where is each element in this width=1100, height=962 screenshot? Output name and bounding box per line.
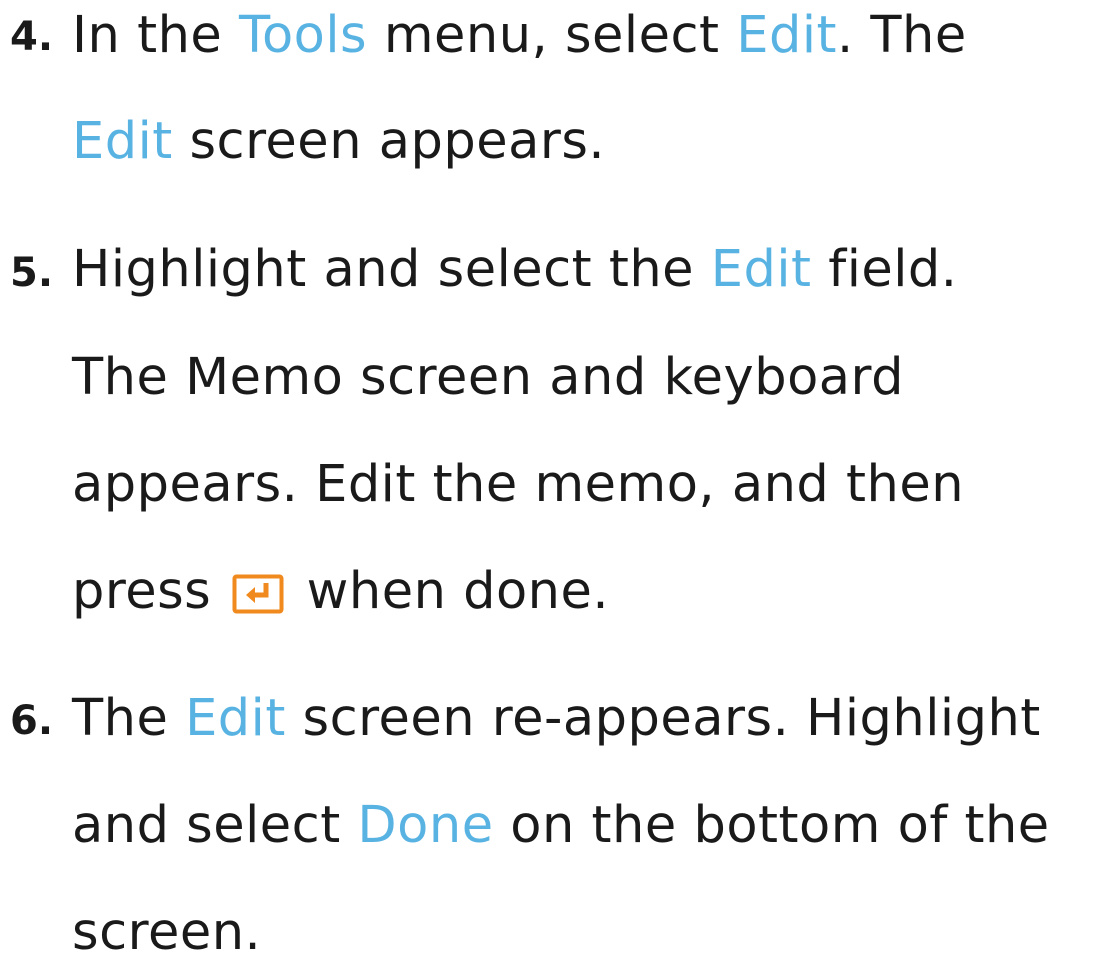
text-segment: . The <box>836 6 967 65</box>
text-segment: screen appears. <box>172 112 606 171</box>
step-number: 6. <box>10 698 54 744</box>
text-segment: field. <box>811 240 958 299</box>
edit-field-label: Edit <box>710 240 812 299</box>
text-segment: Highlight and select the <box>72 240 711 299</box>
text-segment: screen. <box>72 903 262 962</box>
tools-menu-label: Tools <box>238 6 368 65</box>
step-number: 5. <box>10 250 54 296</box>
text-segment: The <box>72 689 186 748</box>
text-segment: screen re-appears. Highlight <box>285 689 1041 748</box>
edit-screen-label: Edit <box>72 112 173 171</box>
done-button-label: Done <box>357 796 494 855</box>
text-segment: The Memo screen and keyboard <box>72 348 904 407</box>
enter-key-icon <box>232 574 284 614</box>
edit-screen-label: Edit <box>185 689 286 748</box>
step-6-line-1: The Edit screen re-appears. Highlight <box>72 693 1041 744</box>
edit-option-label: Edit <box>736 6 837 65</box>
text-segment: appears. Edit the memo, and then <box>72 455 965 514</box>
text-segment: In the <box>72 6 239 65</box>
step-5-line-4: press when done. <box>72 566 609 617</box>
text-segment: and select <box>72 796 358 855</box>
text-segment: when done. <box>289 562 610 621</box>
step-number: 4. <box>10 14 54 60</box>
step-6-line-3: screen. <box>72 907 261 958</box>
step-5-line-2: The Memo screen and keyboard <box>72 352 904 403</box>
step-6-line-2: and select Done on the bottom of the <box>72 800 1050 851</box>
text-segment: on the bottom of the <box>493 796 1050 855</box>
text-segment: press <box>72 562 228 621</box>
text-segment: menu, select <box>367 6 737 65</box>
step-5-line-1: Highlight and select the Edit field. <box>72 244 958 295</box>
step-5-line-3: appears. Edit the memo, and then <box>72 459 964 510</box>
step-4-line-1: In the Tools menu, select Edit. The <box>72 10 967 61</box>
step-4-line-2: Edit screen appears. <box>72 116 605 167</box>
